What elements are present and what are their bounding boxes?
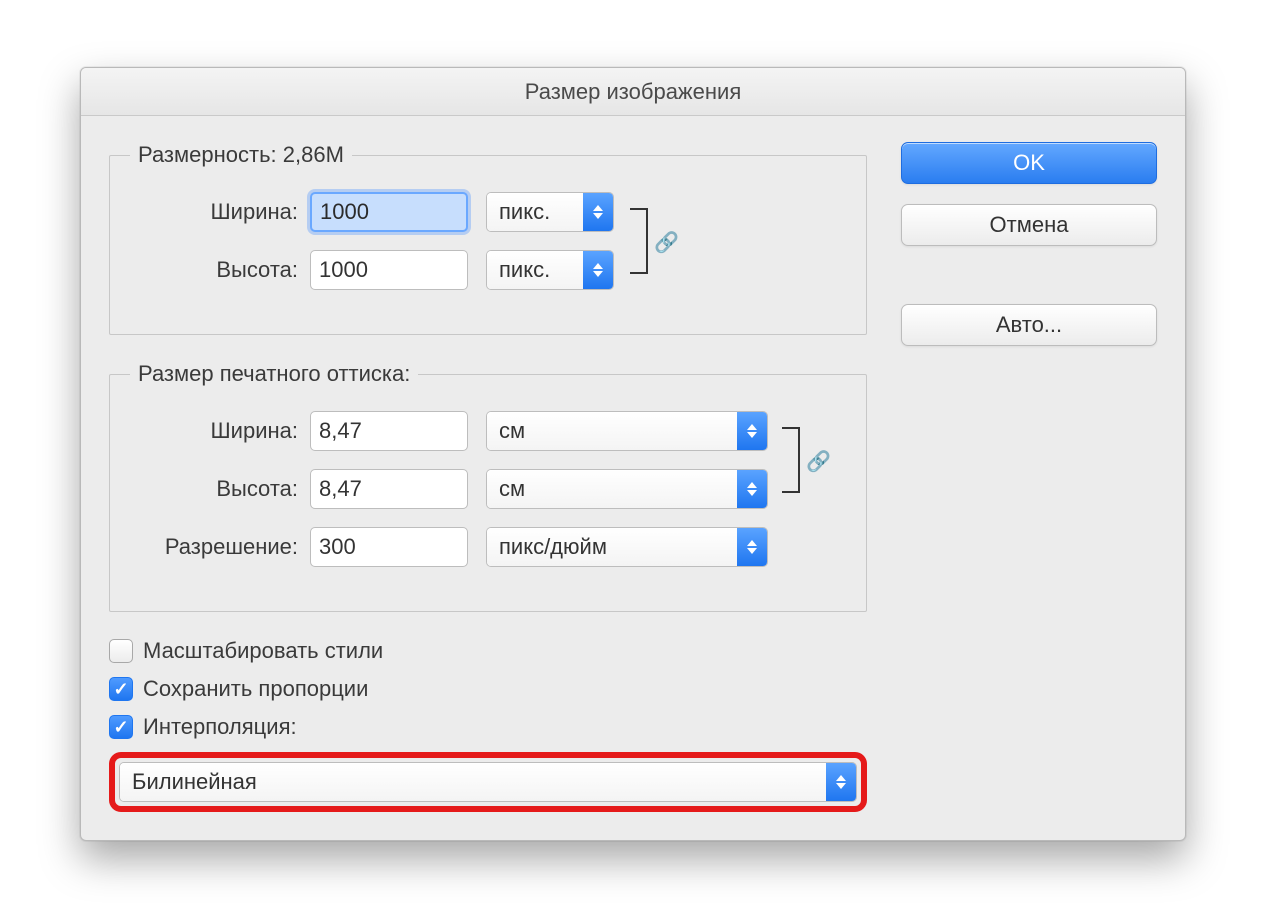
resample-checkbox[interactable]: ✓ xyxy=(109,715,133,739)
resample-row[interactable]: ✓ Интерполяция: xyxy=(109,714,867,740)
constrain-link-bracket xyxy=(630,208,648,274)
doc-width-unit-value: см xyxy=(487,412,737,450)
constrain-proportions-label: Сохранить пропорции xyxy=(143,676,368,702)
interpolation-highlight: Билинейная xyxy=(109,752,867,812)
pixel-height-unit-select[interactable]: пикс. xyxy=(486,250,614,290)
resample-label: Интерполяция: xyxy=(143,714,297,740)
doc-width-label: Ширина: xyxy=(130,418,310,444)
scale-styles-label: Масштабировать стили xyxy=(143,638,383,664)
doc-height-input[interactable] xyxy=(310,469,468,509)
resolution-unit-select[interactable]: пикс/дюйм xyxy=(486,527,768,567)
constrain-link-bracket-2 xyxy=(782,427,800,493)
stepper-arrows-icon xyxy=(583,193,613,231)
resolution-unit-value: пикс/дюйм xyxy=(487,528,737,566)
constrain-proportions-checkbox[interactable]: ✓ xyxy=(109,677,133,701)
doc-width-unit-select[interactable]: см xyxy=(486,411,768,451)
pixel-width-unit-value: пикс. xyxy=(487,193,583,231)
stepper-arrows-icon xyxy=(583,251,613,289)
doc-height-row: Высота: см xyxy=(130,469,846,509)
interpolation-select[interactable]: Билинейная xyxy=(119,762,857,802)
link-icon: 🔗 xyxy=(806,449,831,474)
pixel-height-unit-value: пикс. xyxy=(487,251,583,289)
pixel-height-label: Высота: xyxy=(130,257,310,283)
constrain-proportions-row[interactable]: ✓ Сохранить пропорции xyxy=(109,676,867,702)
interpolation-value: Билинейная xyxy=(120,763,826,801)
pixel-width-unit-select[interactable]: пикс. xyxy=(486,192,614,232)
image-size-dialog: Размер изображения Размерность: 2,86M Ши… xyxy=(80,67,1186,841)
doc-height-unit-select[interactable]: см xyxy=(486,469,768,509)
document-size-legend: Размер печатного оттиска: xyxy=(130,361,418,387)
document-size-group: Размер печатного оттиска: Ширина: см Выс… xyxy=(109,361,867,612)
doc-height-label: Высота: xyxy=(130,476,310,502)
doc-width-row: Ширина: см xyxy=(130,411,846,451)
resolution-label: Разрешение: xyxy=(130,534,310,560)
resolution-input[interactable] xyxy=(310,527,468,567)
stepper-arrows-icon xyxy=(737,412,767,450)
stepper-arrows-icon xyxy=(737,528,767,566)
doc-width-input[interactable] xyxy=(310,411,468,451)
left-column: Размерность: 2,86M Ширина: пикс. Высота: xyxy=(109,142,867,812)
pixel-width-input[interactable] xyxy=(310,192,468,232)
ok-button[interactable]: OK xyxy=(901,142,1157,184)
auto-button[interactable]: Авто... xyxy=(901,304,1157,346)
dialog-title: Размер изображения xyxy=(81,68,1185,116)
resolution-row: Разрешение: пикс/дюйм xyxy=(130,527,846,567)
pixel-height-input[interactable] xyxy=(310,250,468,290)
scale-styles-row[interactable]: Масштабировать стили xyxy=(109,638,867,664)
pixel-dimensions-group: Размерность: 2,86M Ширина: пикс. Высота: xyxy=(109,142,867,335)
pixel-dimensions-legend: Размерность: 2,86M xyxy=(130,142,352,168)
stepper-arrows-icon xyxy=(826,763,856,801)
dialog-body: Размерность: 2,86M Ширина: пикс. Высота: xyxy=(81,116,1185,840)
right-column: OK Отмена Авто... xyxy=(901,142,1157,812)
link-icon: 🔗 xyxy=(654,230,679,255)
cancel-button[interactable]: Отмена xyxy=(901,204,1157,246)
doc-height-unit-value: см xyxy=(487,470,737,508)
stepper-arrows-icon xyxy=(737,470,767,508)
pixel-height-row: Высота: пикс. xyxy=(130,250,846,290)
pixel-width-row: Ширина: пикс. xyxy=(130,192,846,232)
pixel-width-label: Ширина: xyxy=(130,199,310,225)
scale-styles-checkbox[interactable] xyxy=(109,639,133,663)
